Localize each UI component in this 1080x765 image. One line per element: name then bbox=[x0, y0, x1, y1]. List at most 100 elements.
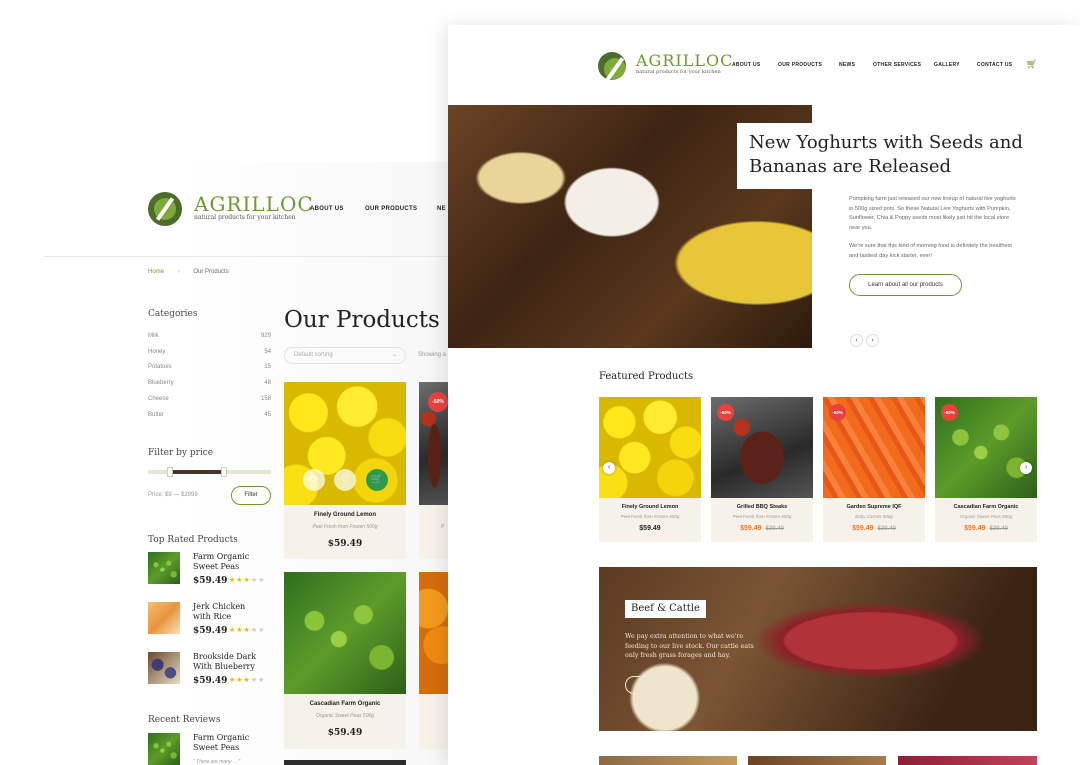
featured-card[interactable]: -50% Grilled BBQ Steaks Peel Fresh from … bbox=[711, 397, 813, 542]
gallery-tile[interactable] bbox=[898, 756, 1037, 765]
price-slider-min-handle[interactable] bbox=[167, 467, 173, 477]
category-label: Cheese bbox=[148, 396, 169, 402]
discount-badge: -50% bbox=[829, 404, 846, 421]
product-thumbnail[interactable] bbox=[148, 602, 180, 634]
product-image[interactable] bbox=[599, 397, 701, 498]
sale-price: $59.49 bbox=[740, 525, 762, 532]
page-title: Our Products bbox=[284, 307, 440, 333]
product-name[interactable]: Grilled BBQ Steaks bbox=[711, 504, 813, 510]
wishlist-heart-icon[interactable]: ♡ bbox=[334, 469, 356, 491]
gallery-tile[interactable] bbox=[748, 756, 886, 765]
cart-icon[interactable]: 🛒︎ bbox=[1026, 59, 1037, 70]
brand-name[interactable]: AGRILLOC bbox=[194, 192, 314, 216]
recent-reviews-title: Recent Reviews bbox=[148, 715, 221, 725]
nav-our-products[interactable]: OUR PRODUCTS bbox=[365, 206, 417, 212]
product-subtitle: P bbox=[441, 524, 445, 530]
product-card[interactable]: Cascadian Farm Organic Organic Sweet Pea… bbox=[284, 572, 406, 749]
hero-description: Pumpking farm just released our new line… bbox=[849, 195, 1016, 261]
result-count: Showing a bbox=[418, 352, 447, 358]
category-potatoes[interactable]: Potatoes 15 bbox=[148, 364, 271, 370]
breadcrumb: Home › Our Products bbox=[148, 269, 229, 275]
logo-icon[interactable] bbox=[598, 52, 626, 80]
old-price: $39.49 bbox=[989, 526, 1008, 532]
brand-tagline: natural products for your kitchen bbox=[636, 69, 721, 75]
category-label: Butter bbox=[148, 412, 165, 418]
category-milk[interactable]: Milk 929 bbox=[148, 333, 271, 339]
product-price-row: $59.49 $39.49 bbox=[711, 525, 813, 532]
logo-icon[interactable] bbox=[148, 192, 182, 226]
carousel-prev-arrow-icon[interactable]: ‹ bbox=[603, 462, 615, 474]
nav-news[interactable]: NEWS bbox=[839, 62, 855, 68]
filter-button[interactable]: Filter bbox=[231, 486, 271, 505]
nav-about-us[interactable]: ABOUT US bbox=[310, 206, 344, 212]
price-slider-max-handle[interactable] bbox=[221, 467, 227, 477]
product-price: $59.49 bbox=[327, 728, 363, 738]
category-label: Honey bbox=[148, 349, 166, 355]
category-cheese[interactable]: Cheese 158 bbox=[148, 396, 271, 402]
learn-more-button[interactable]: Learn more bbox=[625, 676, 689, 694]
hero-next-arrow-icon[interactable]: › bbox=[866, 334, 879, 347]
hero-prev-arrow-icon[interactable]: ‹ bbox=[850, 334, 863, 347]
promo-description: We pay extra attention to what we're fee… bbox=[625, 632, 754, 661]
product-image[interactable] bbox=[419, 572, 450, 694]
promo-text-line: feeding to our live stock. Our cattle ea… bbox=[625, 642, 754, 650]
top-rated-name[interactable]: Farm Organic Sweet Peas bbox=[193, 552, 263, 572]
product-thumbnail[interactable] bbox=[148, 552, 180, 584]
nav-gallery[interactable]: GALLERY bbox=[934, 62, 960, 68]
review-product-name[interactable]: Farm Organic Sweet Peas bbox=[193, 733, 263, 753]
nav-news[interactable]: NE bbox=[437, 206, 446, 212]
category-count: 48 bbox=[264, 380, 271, 386]
category-label: Potatoes bbox=[148, 364, 172, 370]
brand-name[interactable]: AGRILLOC bbox=[636, 51, 733, 70]
sort-select[interactable]: Default sorting ⌄ bbox=[284, 347, 406, 364]
category-blueberry[interactable]: Blueberry 48 bbox=[148, 380, 271, 386]
star-rating: ★★★★★ bbox=[229, 677, 266, 684]
review-thumbnail[interactable] bbox=[148, 733, 180, 765]
gallery-tile[interactable] bbox=[599, 756, 737, 765]
categories-title: Categories bbox=[148, 309, 198, 319]
add-to-cart-icon[interactable]: 🛒 bbox=[366, 469, 388, 491]
top-rated-price: $59.49 bbox=[193, 626, 228, 636]
old-price: $39.49 bbox=[765, 526, 784, 532]
product-subtitle: Organic Sweet Peas 500g bbox=[959, 514, 1013, 519]
product-card[interactable]: -50% P bbox=[419, 382, 450, 559]
learn-about-products-button[interactable]: Learn about all our products bbox=[849, 274, 962, 296]
product-name[interactable]: Finely Ground Lemon bbox=[599, 504, 701, 510]
hero-title: New Yoghurts with Seeds and Bananas are … bbox=[749, 131, 1023, 179]
showcase-stage: AGRILLOC natural products for your kitch… bbox=[0, 0, 1080, 765]
category-count: 54 bbox=[264, 349, 271, 355]
product-price: $59.49 bbox=[327, 539, 363, 549]
top-rated-price: $59.49 bbox=[193, 576, 228, 586]
nav-about-us[interactable]: ABOUT US bbox=[732, 62, 761, 68]
compare-icon[interactable]: ⟳ bbox=[303, 469, 325, 491]
category-honey[interactable]: Honey 54 bbox=[148, 349, 271, 355]
header-divider bbox=[44, 256, 450, 257]
product-image[interactable] bbox=[284, 572, 406, 694]
top-rated-name[interactable]: Jerk Chicken with Rice bbox=[193, 602, 263, 622]
category-butter[interactable]: Butter 45 bbox=[148, 412, 271, 418]
product-subtitle: Peel Fresh from Frozen 500g bbox=[620, 514, 680, 519]
product-thumbnail[interactable] bbox=[148, 652, 180, 684]
nav-other-services[interactable]: OTHER SERVICES bbox=[873, 62, 921, 68]
hero-title-line: Bananas are Released bbox=[749, 156, 952, 177]
product-subtitle: Peel Fresh from Frozen 500g bbox=[732, 514, 792, 519]
carousel-next-arrow-icon[interactable]: › bbox=[1020, 462, 1032, 474]
nav-contact-us[interactable]: CONTACT US bbox=[977, 62, 1012, 68]
product-card[interactable]: ⟳ ♡ 🛒 Finely Ground Lemon Peel Fresh fro… bbox=[284, 382, 406, 559]
product-name[interactable]: Finely Ground Lemon bbox=[284, 512, 406, 518]
product-name[interactable]: Cascadian Farm Organic bbox=[284, 701, 406, 707]
product-card[interactable] bbox=[419, 572, 450, 749]
hero-text-line: We're sure that this kind of morning foo… bbox=[849, 243, 1012, 249]
product-subtitle: Organic Sweet Peas 500g bbox=[315, 713, 375, 719]
breadcrumb-separator: › bbox=[177, 269, 180, 275]
nav-our-products[interactable]: OUR PRODUCTS bbox=[778, 62, 822, 68]
featured-card[interactable]: -50% Garden Supreme IQF Baby Carrots 500… bbox=[823, 397, 925, 542]
product-name[interactable]: Garden Supreme IQF bbox=[823, 504, 925, 510]
top-rated-name[interactable]: Brookside Dark With Blueberry bbox=[193, 652, 263, 672]
breadcrumb-home[interactable]: Home bbox=[148, 269, 164, 275]
category-label: Blueberry bbox=[148, 380, 174, 386]
hero-title-box: New Yoghurts with Seeds and Bananas are … bbox=[737, 123, 1037, 189]
category-count: 929 bbox=[260, 333, 271, 339]
sale-price: $59.49 bbox=[964, 525, 986, 532]
product-name[interactable]: Cascadian Farm Organic bbox=[935, 504, 1037, 510]
